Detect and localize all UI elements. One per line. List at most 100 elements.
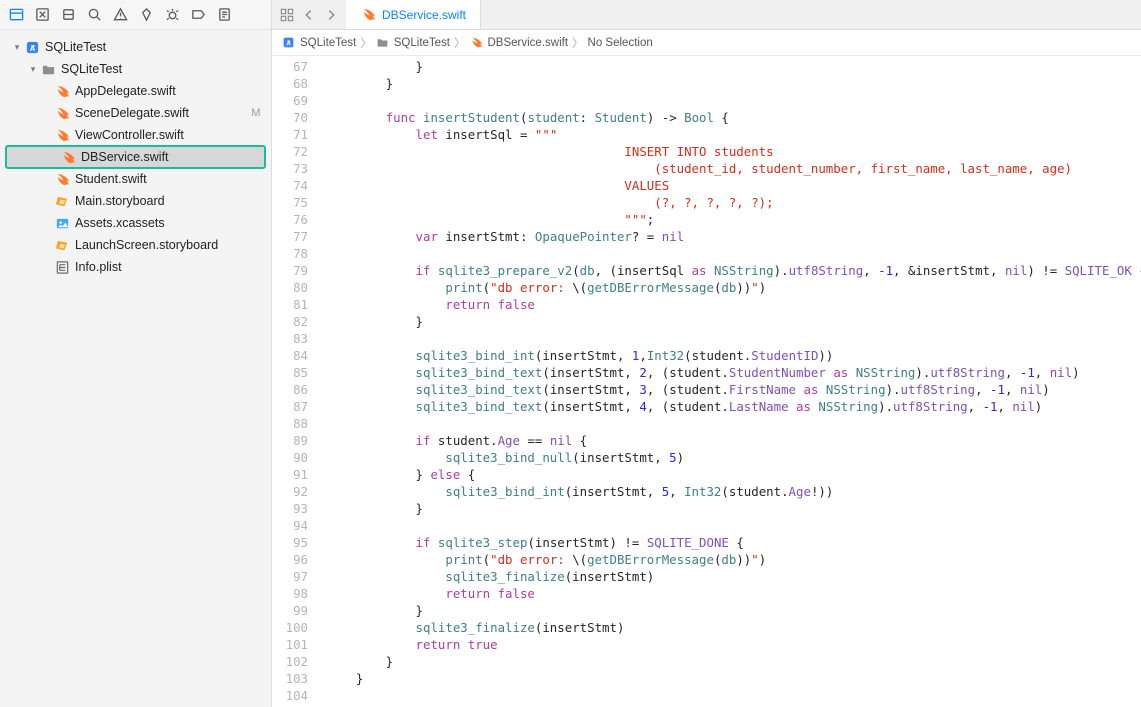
code-line[interactable] xyxy=(326,330,1141,347)
line-number: 68 xyxy=(272,75,308,92)
swift-icon xyxy=(470,36,484,50)
tree-file[interactable]: AppDelegate.swift xyxy=(0,80,271,102)
file-label: Info.plist xyxy=(75,260,263,274)
line-number: 71 xyxy=(272,126,308,143)
file-label: AppDelegate.swift xyxy=(75,84,263,98)
code-line[interactable]: return false xyxy=(326,296,1141,313)
line-number: 97 xyxy=(272,568,308,585)
tree-file[interactable]: Student.swift xyxy=(0,168,271,190)
code-line[interactable]: let insertSql = """ xyxy=(326,126,1141,143)
code-line[interactable]: } xyxy=(326,500,1141,517)
nav-forward-icon[interactable] xyxy=(324,8,338,22)
line-number: 101 xyxy=(272,636,308,653)
code-line[interactable]: } xyxy=(326,653,1141,670)
tree-file[interactable]: LaunchScreen.storyboard xyxy=(0,234,271,256)
breadcrumb-item[interactable]: No Selection xyxy=(588,37,653,49)
file-label: DBService.swift xyxy=(81,150,257,164)
code-line[interactable]: sqlite3_finalize(insertStmt) xyxy=(326,568,1141,585)
related-items-icon[interactable] xyxy=(280,8,294,22)
test-navigator-icon[interactable] xyxy=(138,7,154,23)
file-label: Assets.xcassets xyxy=(75,216,263,230)
project-label: SQLiteTest xyxy=(45,40,263,54)
tree-group[interactable]: ▾SQLiteTest xyxy=(0,58,271,80)
file-label: SceneDelegate.swift xyxy=(75,106,249,120)
code-line[interactable]: sqlite3_bind_text(insertStmt, 2, (studen… xyxy=(326,364,1141,381)
line-number: 86 xyxy=(272,381,308,398)
breadcrumb-item[interactable]: DBService.swift xyxy=(470,36,569,50)
code-line[interactable]: } xyxy=(326,670,1141,687)
report-navigator-icon[interactable] xyxy=(216,7,232,23)
code-line[interactable]: } xyxy=(326,313,1141,330)
code-line[interactable]: sqlite3_bind_null(insertStmt, 5) xyxy=(326,449,1141,466)
code-line[interactable]: if student.Age == nil { xyxy=(326,432,1141,449)
code-line[interactable]: } xyxy=(326,58,1141,75)
code-line[interactable]: (?, ?, ?, ?, ?); xyxy=(326,194,1141,211)
code-line[interactable] xyxy=(326,92,1141,109)
tab-dbservice[interactable]: DBService.swift xyxy=(346,0,481,29)
code-line[interactable]: INSERT INTO students xyxy=(326,143,1141,160)
project-navigator-icon[interactable] xyxy=(8,7,24,23)
assets-icon xyxy=(54,215,70,231)
breadcrumb-item[interactable]: ASQLiteTest xyxy=(282,36,356,50)
code-line[interactable]: var insertStmt: OpaquePointer? = nil xyxy=(326,228,1141,245)
breadcrumb-bar: ASQLiteTest〉SQLiteTest〉DBService.swift〉N… xyxy=(272,30,1141,56)
code-line[interactable]: return true xyxy=(326,636,1141,653)
code-line[interactable]: (student_id, student_number, first_name,… xyxy=(326,160,1141,177)
code-line[interactable]: print("db error: \(getDBErrorMessage(db)… xyxy=(326,279,1141,296)
modified-badge: M xyxy=(249,107,263,119)
line-number: 99 xyxy=(272,602,308,619)
code-line[interactable]: print("db error: \(getDBErrorMessage(db)… xyxy=(326,551,1141,568)
code-line[interactable]: VALUES xyxy=(326,177,1141,194)
code-line[interactable]: sqlite3_bind_text(insertStmt, 3, (studen… xyxy=(326,381,1141,398)
tree-file[interactable]: Main.storyboard xyxy=(0,190,271,212)
tree-file[interactable]: DBService.swift xyxy=(6,146,265,168)
code-line[interactable]: if sqlite3_prepare_v2(db, (insertSql as … xyxy=(326,262,1141,279)
tree-file[interactable]: ViewController.swift xyxy=(0,124,271,146)
code-line[interactable] xyxy=(326,245,1141,262)
breadcrumb-item[interactable]: SQLiteTest xyxy=(376,36,450,50)
symbol-navigator-icon[interactable] xyxy=(60,7,76,23)
issue-navigator-icon[interactable] xyxy=(112,7,128,23)
tree-file[interactable]: Info.plist xyxy=(0,256,271,278)
code-line[interactable] xyxy=(326,517,1141,534)
line-number: 73 xyxy=(272,160,308,177)
code-line[interactable]: } xyxy=(326,75,1141,92)
find-navigator-icon[interactable] xyxy=(86,7,102,23)
code-line[interactable]: sqlite3_bind_int(insertStmt, 1,Int32(stu… xyxy=(326,347,1141,364)
editor-area: DBService.swift ASQLiteTest〉SQLiteTest〉D… xyxy=(272,0,1141,707)
swift-icon xyxy=(360,7,376,23)
code-line[interactable]: sqlite3_finalize(insertStmt) xyxy=(326,619,1141,636)
code-line[interactable] xyxy=(326,415,1141,432)
debug-navigator-icon[interactable] xyxy=(164,7,180,23)
code-line[interactable]: sqlite3_bind_text(insertStmt, 4, (studen… xyxy=(326,398,1141,415)
breadcrumb-separator-icon: 〉 xyxy=(572,35,584,51)
code-line[interactable]: if sqlite3_step(insertStmt) != SQLITE_DO… xyxy=(326,534,1141,551)
code-editor[interactable]: 6768697071727374757677787980818283848586… xyxy=(272,56,1141,707)
nav-back-icon[interactable] xyxy=(302,8,316,22)
tree-project-root[interactable]: ▾ASQLiteTest xyxy=(0,36,271,58)
line-number: 72 xyxy=(272,143,308,160)
line-number: 104 xyxy=(272,687,308,704)
code-line[interactable] xyxy=(326,687,1141,704)
code-line[interactable]: } else { xyxy=(326,466,1141,483)
source-control-navigator-icon[interactable] xyxy=(34,7,50,23)
line-number: 67 xyxy=(272,58,308,75)
code-line[interactable]: } xyxy=(326,602,1141,619)
line-number: 89 xyxy=(272,432,308,449)
disclosure-icon[interactable]: ▾ xyxy=(28,64,38,75)
breakpoint-navigator-icon[interactable] xyxy=(190,7,206,23)
tree-file[interactable]: Assets.xcassets xyxy=(0,212,271,234)
breadcrumb-label: SQLiteTest xyxy=(300,37,356,49)
line-number: 76 xyxy=(272,211,308,228)
code-line[interactable]: """; xyxy=(326,211,1141,228)
plist-icon xyxy=(54,259,70,275)
code-line[interactable]: func insertStudent(student: Student) -> … xyxy=(326,109,1141,126)
code-line[interactable]: sqlite3_bind_int(insertStmt, 5, Int32(st… xyxy=(326,483,1141,500)
code-content[interactable]: } } func insertStudent(student: Student)… xyxy=(318,56,1141,707)
disclosure-icon[interactable]: ▾ xyxy=(12,42,22,53)
breadcrumb-separator-icon: 〉 xyxy=(360,35,372,51)
tree-file[interactable]: SceneDelegate.swiftM xyxy=(0,102,271,124)
folder-icon xyxy=(376,36,390,50)
code-line[interactable]: return false xyxy=(326,585,1141,602)
line-number: 77 xyxy=(272,228,308,245)
